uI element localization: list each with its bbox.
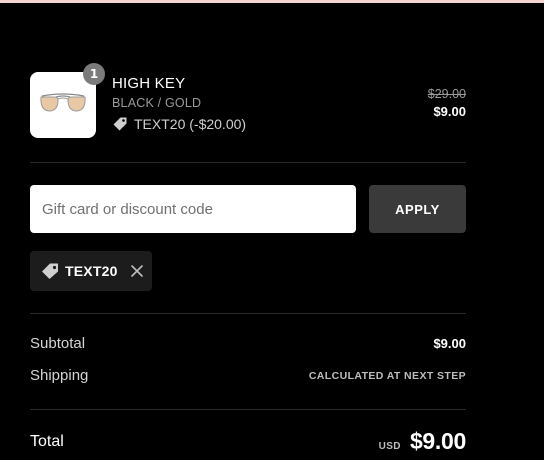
- original-price: $29.00: [427, 87, 466, 101]
- product-discount: TEXT20 (-$20.00): [112, 115, 352, 133]
- product-prices: $29.00 $9.00: [428, 87, 466, 119]
- divider: [30, 313, 466, 314]
- applied-discount-code: TEXT20: [65, 263, 118, 279]
- product-name: HIGH KEY: [112, 75, 186, 92]
- line-item: 1 HIGH KEY BLACK / GOLD TEXT20 (-$20.00)…: [30, 63, 466, 142]
- shipping-value: CALCULATED AT NEXT STEP: [308, 369, 466, 382]
- aviator-sunglasses-icon: [36, 92, 90, 119]
- divider: [30, 162, 466, 163]
- apply-button[interactable]: APPLY: [369, 185, 466, 233]
- order-summary-page: 1 HIGH KEY BLACK / GOLD TEXT20 (-$20.00)…: [0, 0, 544, 460]
- tag-icon: [112, 116, 128, 132]
- divider: [30, 409, 466, 410]
- product-variant: BLACK / GOLD: [112, 96, 202, 110]
- product-discount-label: TEXT20 (-$20.00): [134, 116, 247, 132]
- shipping-row: Shipping CALCULATED AT NEXT STEP: [30, 367, 466, 384]
- close-icon[interactable]: [129, 263, 145, 279]
- currency-code: USD: [378, 441, 401, 452]
- top-accent-strip: [0, 0, 544, 3]
- discount-code-input[interactable]: [30, 185, 356, 233]
- quantity-badge: 1: [83, 63, 105, 85]
- subtotal-label: Subtotal: [30, 335, 86, 352]
- subtotal-row: Subtotal $9.00: [30, 335, 466, 352]
- total-value: $9.00: [409, 428, 466, 454]
- tag-icon: [40, 262, 60, 280]
- total-row: Total USD $9.00: [30, 428, 466, 455]
- total-label: Total: [30, 432, 64, 450]
- final-price: $9.00: [433, 104, 466, 119]
- shipping-label: Shipping: [30, 367, 89, 384]
- total-amount: USD $9.00: [378, 428, 467, 455]
- subtotal-value: $9.00: [433, 336, 466, 351]
- applied-discount-chip: TEXT20: [30, 251, 152, 291]
- product-info: HIGH KEY BLACK / GOLD TEXT20 (-$20.00): [112, 75, 352, 133]
